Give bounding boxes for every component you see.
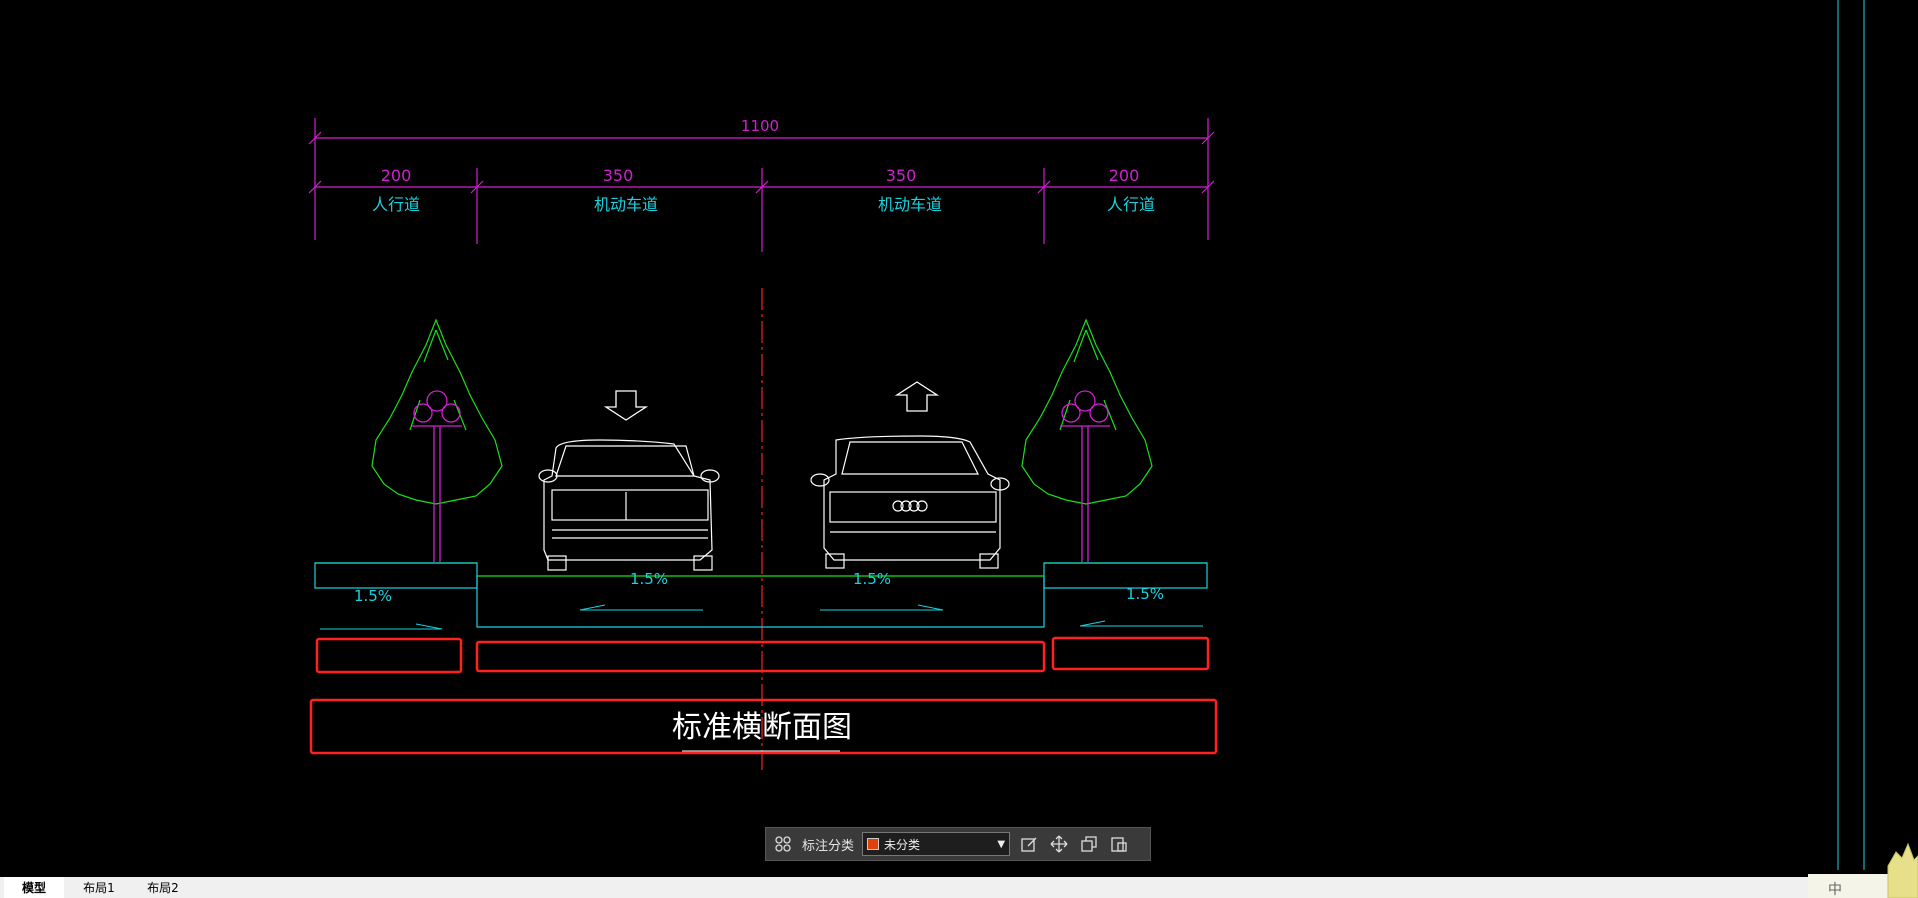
section-width: 200 bbox=[1109, 166, 1140, 185]
tree-right bbox=[1021, 318, 1153, 505]
direction-down-icon bbox=[603, 390, 649, 421]
toolbar-label: 标注分类 bbox=[802, 838, 855, 854]
tab-layout2[interactable]: 布局2 bbox=[134, 877, 192, 898]
section-label: 机动车道 bbox=[878, 195, 942, 214]
paste-icon[interactable] bbox=[1108, 833, 1130, 855]
category-color-swatch bbox=[867, 838, 880, 850]
chevron-down-icon: ▼ bbox=[997, 838, 1006, 850]
section-label: 人行道 bbox=[1107, 195, 1155, 214]
slope-label: 1.5% bbox=[630, 570, 668, 588]
street-lamp-right bbox=[1060, 390, 1110, 562]
tab-layout1[interactable]: 布局1 bbox=[70, 877, 128, 898]
annotation-toolbar: 标注分类 未分类 ▼ bbox=[765, 827, 1151, 861]
tab-model[interactable]: 模型 bbox=[4, 877, 64, 898]
section-label: 机动车道 bbox=[594, 195, 658, 214]
corner-decoration-icon: 中 bbox=[1808, 842, 1918, 898]
copy-icon[interactable] bbox=[1078, 833, 1100, 855]
direction-up-icon bbox=[894, 381, 940, 412]
category-select-value: 未分类 bbox=[884, 837, 921, 852]
ime-hint: 中 bbox=[1828, 882, 1842, 898]
section-width: 200 bbox=[381, 166, 412, 185]
section-label: 人行道 bbox=[372, 195, 420, 214]
car-rear-icon bbox=[810, 435, 1010, 569]
layout-tab-bar: 模型 布局1 布局2 bbox=[0, 877, 1918, 898]
dimension-lines bbox=[308, 118, 1215, 252]
drawing-title: 标准横断面图 bbox=[672, 710, 852, 745]
slope-label: 1.5% bbox=[853, 570, 891, 588]
road-structure bbox=[314, 562, 1208, 628]
overall-dimension: 1100 bbox=[741, 117, 779, 135]
category-select[interactable]: 未分类 ▼ bbox=[862, 832, 1011, 856]
edit-icon[interactable] bbox=[1018, 833, 1040, 855]
car-front-icon bbox=[538, 439, 720, 571]
move-icon[interactable] bbox=[1048, 833, 1070, 855]
street-lamp-left bbox=[412, 390, 462, 562]
slope-label: 1.5% bbox=[1126, 585, 1164, 603]
slope-label: 1.5% bbox=[354, 587, 392, 605]
grid-icon[interactable] bbox=[772, 833, 794, 855]
section-width: 350 bbox=[603, 166, 634, 185]
tree-left bbox=[371, 318, 503, 505]
section-width: 350 bbox=[886, 166, 917, 185]
